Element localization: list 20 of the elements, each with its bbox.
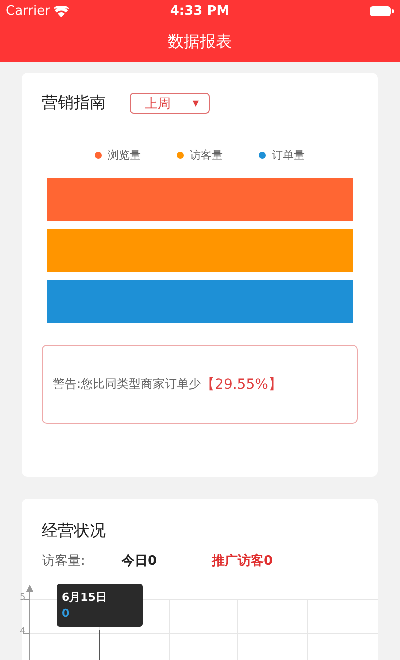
warning-value: 【29.55%】: [201, 376, 282, 394]
today-count: 今日0: [122, 553, 158, 570]
legend-label: 浏览量: [108, 148, 141, 163]
battery-icon: [370, 6, 394, 16]
legend-label: 访客量: [190, 148, 223, 163]
warning-text: 警告:您比同类型商家订单少: [53, 376, 202, 393]
clock-time: 4:33 PM: [170, 4, 230, 18]
wifi-icon: [54, 6, 70, 16]
section-title: 营销指南: [42, 93, 106, 114]
carrier-name: Carrier: [6, 4, 50, 18]
tooltip-value: 0: [62, 607, 71, 620]
y-tick-label: 4: [20, 627, 26, 637]
legend-label: 订单量: [272, 148, 305, 163]
section-title: 经营状况: [42, 521, 107, 542]
y-tick-label: 5: [20, 593, 26, 603]
visitor-label: 访客量:: [42, 553, 86, 570]
period-dropdown[interactable]: 上周 ▼: [130, 93, 210, 114]
tooltip-date: 6月15日: [62, 590, 108, 605]
page-title: 数据报表: [168, 32, 232, 52]
promoted-count: 推广访客0: [212, 552, 274, 570]
